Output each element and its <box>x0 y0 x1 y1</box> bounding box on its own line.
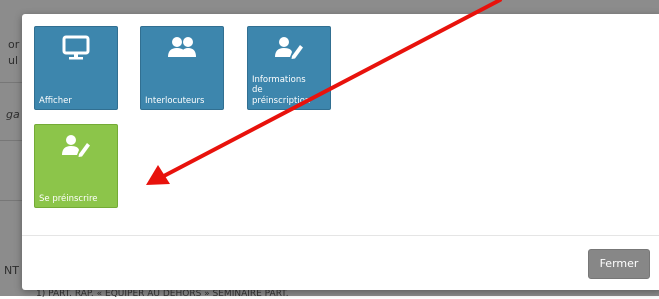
close-button[interactable]: Fermer <box>588 249 650 279</box>
tile-label: Informations de préinscription <box>252 74 311 106</box>
tile-afficher[interactable]: Afficher <box>34 26 118 110</box>
actions-modal: Afficher Interlocuteurs Informations de … <box>22 14 659 290</box>
users-icon <box>168 37 196 57</box>
tile-interlocuteurs[interactable]: Interlocuteurs <box>140 26 224 110</box>
user-edit-icon <box>275 37 303 59</box>
user-edit-icon <box>62 135 90 157</box>
modal-footer-divider <box>22 235 659 236</box>
background-heading: 1) PART. RAP. « EQUIPER AU DEHORS » SEMI… <box>36 289 289 299</box>
tile-label: Interlocuteurs <box>145 95 205 106</box>
tile-label: Se préinscrire <box>39 193 98 204</box>
tile-se-preinscrire[interactable]: Se préinscrire <box>34 124 118 208</box>
tile-label: Afficher <box>39 95 72 106</box>
tile-informations-preinscription[interactable]: Informations de préinscription <box>247 26 331 110</box>
monitor-icon <box>62 35 90 60</box>
